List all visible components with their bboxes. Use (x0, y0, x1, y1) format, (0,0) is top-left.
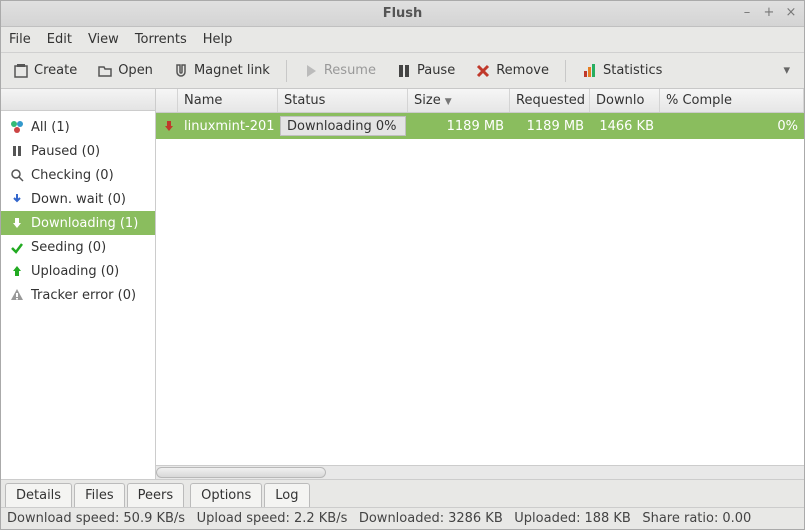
all-icon (9, 119, 25, 135)
menu-torrents[interactable]: Torrents (135, 32, 187, 47)
sidebar-item-label: All (1) (31, 120, 70, 135)
sidebar-item-label: Down. wait (0) (31, 192, 126, 207)
create-button[interactable]: Create (9, 60, 81, 82)
sidebar-item-downloading[interactable]: Downloading (1) (1, 211, 155, 235)
status-ratio: 0.00 (722, 511, 751, 526)
statistics-icon (582, 63, 598, 79)
status-ratio-label: Share ratio: (642, 511, 718, 526)
downwait-icon (9, 191, 25, 207)
sidebar-item-checking[interactable]: Checking (0) (1, 163, 155, 187)
horizontal-scrollbar[interactable] (156, 465, 804, 479)
cell-size: 1189 MB (408, 115, 510, 138)
statusbar: Download speed: 50.9 KB/s Upload speed: … (1, 507, 804, 529)
sidebar-item-all[interactable]: All (1) (1, 115, 155, 139)
status-ul-speed: 2.2 KB/s (294, 511, 347, 526)
minimize-button[interactable]: – (740, 5, 754, 20)
table-body: linuxmint-201 Downloading 0% 1189 MB 118… (156, 113, 804, 465)
sidebar-item-label: Downloading (1) (31, 216, 138, 231)
table-row[interactable]: linuxmint-201 Downloading 0% 1189 MB 118… (156, 113, 804, 139)
tab-details[interactable]: Details (5, 483, 72, 507)
status-dl-speed: 50.9 KB/s (123, 511, 185, 526)
tab-log[interactable]: Log (264, 483, 309, 507)
sidebar-item-label: Seeding (0) (31, 240, 106, 255)
sidebar-item-uploading[interactable]: Uploading (0) (1, 259, 155, 283)
sort-indicator-icon: ▼ (445, 97, 452, 107)
error-icon (9, 287, 25, 303)
play-icon (303, 63, 319, 79)
sidebar-item-label: Paused (0) (31, 144, 100, 159)
open-icon (97, 63, 113, 79)
create-icon (13, 63, 29, 79)
menu-file[interactable]: File (9, 32, 31, 47)
paused-icon (9, 143, 25, 159)
sidebar-item-error[interactable]: Tracker error (0) (1, 283, 155, 307)
status-uploaded-label: Uploaded: (514, 511, 580, 526)
downloading-icon (9, 215, 25, 231)
cell-complete: 0% (660, 115, 804, 138)
sidebar-item-downwait[interactable]: Down. wait (0) (1, 187, 155, 211)
column-size[interactable]: Size▼ (408, 89, 510, 112)
tabgroup-right: Options Log (190, 483, 309, 507)
row-icon (156, 115, 178, 137)
cell-name: linuxmint-201 (178, 115, 278, 138)
status-ul-speed-label: Upload speed: (197, 511, 290, 526)
cell-requested: 1189 MB (510, 115, 590, 138)
titlebar: Flush – + × (1, 1, 804, 27)
status-downloaded-label: Downloaded: (359, 511, 444, 526)
column-icon[interactable] (156, 89, 178, 112)
cell-download: 1466 KB (590, 115, 660, 138)
close-button[interactable]: × (784, 5, 798, 20)
remove-button[interactable]: Remove (471, 60, 553, 82)
resume-button[interactable]: Resume (299, 60, 380, 82)
tab-options[interactable]: Options (190, 483, 262, 507)
app-window: Flush – + × File Edit View Torrents Help… (0, 0, 805, 530)
sidebar-header (1, 89, 155, 111)
column-name[interactable]: Name (178, 89, 278, 112)
status-uploaded: 188 KB (584, 511, 630, 526)
cell-status: Downloading 0% (280, 116, 406, 136)
status-dl-speed-label: Download speed: (7, 511, 119, 526)
menu-edit[interactable]: Edit (47, 32, 72, 47)
column-download[interactable]: Downlo (590, 89, 660, 112)
table-header: Name Status Size▼ Requested Downlo % Com… (156, 89, 804, 113)
toolbar-separator (286, 60, 287, 82)
sidebar-item-label: Checking (0) (31, 168, 114, 183)
pause-button[interactable]: Pause (392, 60, 459, 82)
tab-peers[interactable]: Peers (127, 483, 185, 507)
uploading-icon (9, 263, 25, 279)
menu-help[interactable]: Help (203, 32, 233, 47)
remove-icon (475, 63, 491, 79)
window-title: Flush (383, 6, 423, 21)
maximize-button[interactable]: + (762, 5, 776, 20)
status-downloaded: 3286 KB (448, 511, 503, 526)
checking-icon (9, 167, 25, 183)
tabgroup-left: Details Files Peers (5, 483, 184, 507)
content-area: All (1) Paused (0) Checking (0) Down. wait … (1, 89, 804, 479)
bottom-tabs: Details Files Peers Options Log (1, 479, 804, 507)
toolbar-separator (565, 60, 566, 82)
menu-view[interactable]: View (88, 32, 119, 47)
column-requested[interactable]: Requested (510, 89, 590, 112)
toolbar: Create Open Magnet link Resume Pause Rem… (1, 53, 804, 89)
menubar: File Edit View Torrents Help (1, 27, 804, 53)
statistics-button[interactable]: Statistics (578, 60, 666, 82)
sidebar: All (1) Paused (0) Checking (0) Down. wait … (1, 89, 156, 479)
sidebar-item-label: Uploading (0) (31, 264, 119, 279)
tab-files[interactable]: Files (74, 483, 125, 507)
sidebar-item-seeding[interactable]: Seeding (0) (1, 235, 155, 259)
magnet-link-button[interactable]: Magnet link (169, 60, 274, 82)
scrollbar-thumb[interactable] (156, 467, 326, 478)
sidebar-item-paused[interactable]: Paused (0) (1, 139, 155, 163)
column-status[interactable]: Status (278, 89, 408, 112)
open-button[interactable]: Open (93, 60, 157, 82)
column-complete[interactable]: % Comple (660, 89, 804, 112)
window-controls: – + × (740, 5, 798, 20)
torrent-list-pane: Name Status Size▼ Requested Downlo % Com… (156, 89, 804, 479)
toolbar-overflow[interactable]: ▾ (777, 63, 796, 78)
seeding-icon (9, 239, 25, 255)
sidebar-item-label: Tracker error (0) (31, 288, 136, 303)
magnet-icon (173, 63, 189, 79)
pause-icon (396, 63, 412, 79)
